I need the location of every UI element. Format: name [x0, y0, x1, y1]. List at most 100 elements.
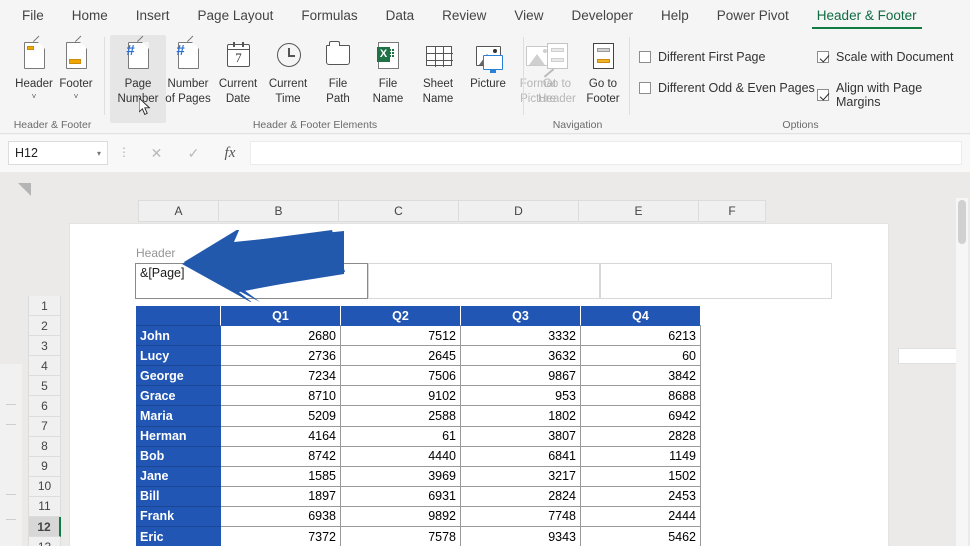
cell-q4[interactable]: 2828 — [581, 426, 701, 447]
picture-button[interactable]: Picture — [460, 35, 516, 123]
cell-name[interactable]: Eric — [136, 527, 221, 546]
table-row[interactable]: George 7234 7506 9867 3842 — [136, 366, 701, 387]
cell-name[interactable]: Frank — [136, 506, 221, 528]
row-header-9[interactable]: 9 — [28, 456, 61, 477]
checkbox-different-odd-even-pages[interactable]: Different Odd & Even Pages — [639, 81, 815, 95]
collapse-triangle-icon[interactable] — [18, 183, 31, 196]
cell-q2[interactable]: 61 — [341, 426, 461, 447]
tab-insert[interactable]: Insert — [125, 5, 181, 26]
enter-icon[interactable]: ✓ — [188, 145, 200, 162]
name-box-dropdown-icon[interactable]: ▾ — [97, 149, 101, 158]
tab-power-pivot[interactable]: Power Pivot — [706, 5, 800, 26]
row-header-4[interactable]: 4 — [28, 356, 61, 377]
cell-name[interactable]: Bill — [136, 486, 221, 507]
cell-name[interactable]: Grace — [136, 386, 221, 407]
cancel-icon[interactable]: ✕ — [151, 145, 163, 162]
column-header-b[interactable]: B — [218, 200, 338, 222]
tab-file[interactable]: File — [11, 5, 55, 26]
number-of-pages-button[interactable]: # Number of Pages — [160, 35, 216, 123]
cell-name[interactable]: Bob — [136, 446, 221, 467]
checkbox-box-scale-with-document[interactable] — [817, 51, 829, 63]
go-to-footer-button[interactable]: Go to Footer — [575, 35, 631, 123]
cell-name[interactable]: George — [136, 366, 221, 387]
row-header-3[interactable]: 3 — [28, 336, 61, 357]
table-row[interactable]: Bob 8742 4440 6841 1149 — [136, 446, 701, 467]
table-row[interactable]: Grace 8710 9102 953 8688 — [136, 386, 701, 407]
cell-q1[interactable]: 7372 — [221, 527, 341, 546]
vertical-scrollbar-thumb[interactable] — [958, 200, 966, 244]
checkbox-box-align-with-page-margins[interactable] — [817, 89, 829, 101]
cell-q1[interactable]: 7234 — [221, 366, 341, 387]
row-header-13[interactable]: 13 — [28, 537, 61, 546]
cell-name[interactable]: Maria — [136, 406, 221, 427]
column-header-c[interactable]: C — [338, 200, 458, 222]
cell-q1[interactable]: 2736 — [221, 346, 341, 367]
tab-formulas[interactable]: Formulas — [290, 5, 368, 26]
cell-q1[interactable]: 5209 — [221, 406, 341, 427]
cell-q1[interactable]: 4164 — [221, 426, 341, 447]
checkbox-box-different-first-page[interactable] — [639, 51, 651, 63]
chevron-down-icon-2[interactable]: ˅ — [74, 92, 79, 101]
checkbox-box-different-odd-even[interactable] — [639, 82, 651, 94]
cell-q3[interactable]: 3632 — [461, 346, 581, 367]
vertical-scrollbar[interactable] — [956, 198, 968, 546]
tab-review[interactable]: Review — [431, 5, 497, 26]
table-row[interactable]: Eric 7372 7578 9343 5462 — [136, 527, 701, 546]
cell-q4[interactable]: 2444 — [581, 506, 701, 528]
row-header-1[interactable]: 1 — [28, 296, 61, 317]
cell-name[interactable]: Herman — [136, 426, 221, 447]
cell-q2[interactable]: 6931 — [341, 486, 461, 507]
cell-q3[interactable]: 9343 — [461, 527, 581, 546]
table-row[interactable]: Bill 1897 6931 2824 2453 — [136, 486, 701, 507]
row-header-12[interactable]: 12 — [28, 517, 61, 538]
cell-q2[interactable]: 2645 — [341, 346, 461, 367]
insert-function-icon[interactable]: fx — [225, 145, 236, 162]
cell-q1[interactable]: 8710 — [221, 386, 341, 407]
tab-header-and-footer[interactable]: Header & Footer — [806, 5, 928, 29]
tab-view[interactable]: View — [503, 5, 554, 26]
row-header-8[interactable]: 8 — [28, 436, 61, 457]
cell-q4[interactable]: 60 — [581, 346, 701, 367]
cell-q3[interactable]: 7748 — [461, 506, 581, 528]
row-header-11[interactable]: 11 — [28, 496, 61, 518]
cell-q2[interactable]: 7578 — [341, 527, 461, 546]
cell-q3[interactable]: 3807 — [461, 426, 581, 447]
table-row[interactable]: Maria 5209 2588 1802 6942 — [136, 406, 701, 427]
tab-page-layout[interactable]: Page Layout — [187, 5, 285, 26]
file-path-button[interactable]: File Path — [310, 35, 366, 123]
row-header-7[interactable]: 7 — [28, 416, 61, 437]
table-row[interactable]: Herman 4164 61 3807 2828 — [136, 426, 701, 447]
tab-data[interactable]: Data — [375, 5, 426, 26]
cell-q2[interactable]: 7512 — [341, 326, 461, 347]
column-header-f[interactable]: F — [698, 200, 766, 222]
row-header-10[interactable]: 10 — [28, 476, 61, 497]
formula-input[interactable] — [250, 141, 962, 165]
checkbox-scale-with-document[interactable]: Scale with Document — [817, 50, 953, 64]
file-name-button[interactable]: X File Name — [360, 35, 416, 123]
header-center-box[interactable] — [368, 263, 600, 299]
name-box[interactable]: H12 ▾ — [8, 141, 108, 165]
cell-q2[interactable]: 4440 — [341, 446, 461, 467]
cell-q4[interactable]: 6942 — [581, 406, 701, 427]
cell-q1[interactable]: 6938 — [221, 506, 341, 528]
cell-q2[interactable]: 2588 — [341, 406, 461, 427]
page-number-button[interactable]: # Page Number — [110, 35, 166, 123]
row-header-2[interactable]: 2 — [28, 316, 61, 337]
current-time-button[interactable]: Current Time — [260, 35, 316, 123]
cell-q4[interactable]: 3842 — [581, 366, 701, 387]
cell-q2[interactable]: 9892 — [341, 506, 461, 528]
cell-name[interactable]: Jane — [136, 466, 221, 487]
tab-home[interactable]: Home — [61, 5, 119, 26]
cell-q2[interactable]: 9102 — [341, 386, 461, 407]
cell-q1[interactable]: 1897 — [221, 486, 341, 507]
cell-q1[interactable]: 8742 — [221, 446, 341, 467]
chevron-down-icon[interactable]: ˅ — [32, 92, 37, 101]
tab-developer[interactable]: Developer — [560, 5, 644, 26]
cell-q4[interactable]: 5462 — [581, 527, 701, 546]
row-header-6[interactable]: 6 — [28, 396, 61, 417]
cell-q1[interactable]: 1585 — [221, 466, 341, 487]
column-header-a[interactable]: A — [138, 200, 218, 222]
cell-q1[interactable]: 2680 — [221, 326, 341, 347]
sheet-name-button[interactable]: Sheet Name — [410, 35, 466, 123]
table-row[interactable]: Lucy 2736 2645 3632 60 — [136, 346, 701, 367]
